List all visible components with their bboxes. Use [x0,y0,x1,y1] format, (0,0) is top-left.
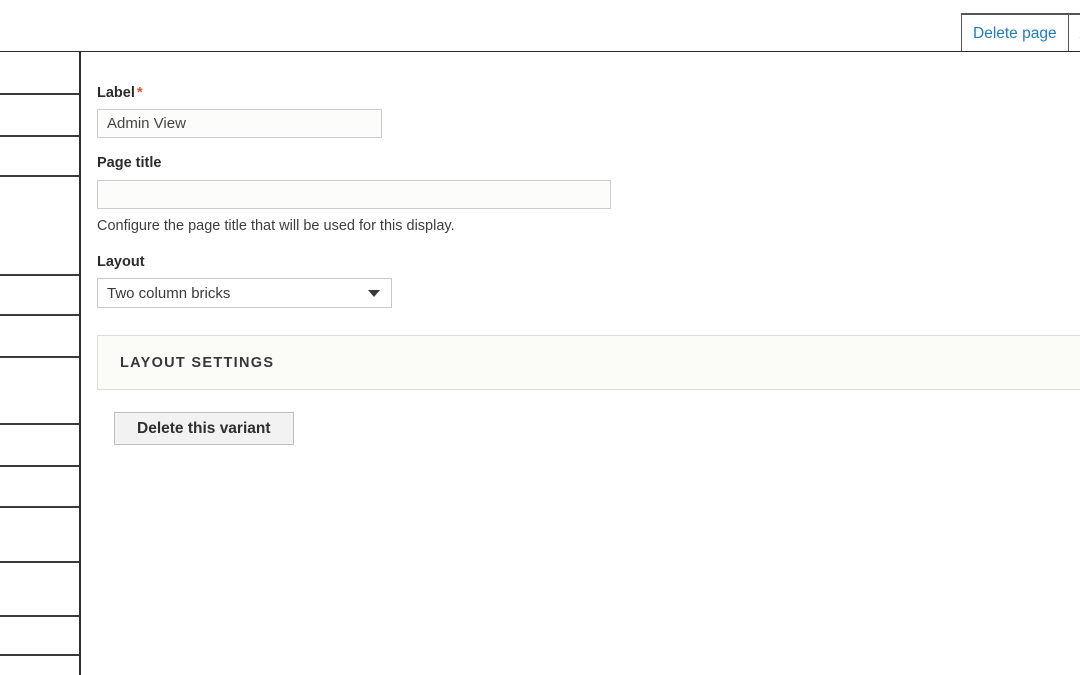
variant-settings-form: Label* Page title Configure the page tit… [81,52,1080,675]
tab-delete-page[interactable]: Delete page [961,13,1069,52]
layout-select-wrapper: Two column bricks [97,278,392,308]
page-root: Delete page A [0,0,1080,675]
sidebar-row[interactable] [0,276,81,316]
sidebar-row[interactable] [0,95,81,137]
delete-this-variant-button[interactable]: Delete this variant [114,412,294,445]
page-title-input[interactable] [97,180,611,209]
layout-field-group: Layout Two column bricks [97,254,1080,308]
layout-select-value: Two column bricks [107,285,230,302]
sidebar-row[interactable] [0,467,81,508]
label-input[interactable] [97,109,382,138]
sidebar-row[interactable] [0,316,81,358]
page-title-field-group: Page title Configure the page title that… [97,155,1080,235]
layout-select[interactable]: Two column bricks [97,278,392,308]
required-asterisk-icon: * [137,84,143,101]
top-action-bar: Delete page A [0,0,1080,53]
sidebar-row[interactable] [0,425,81,467]
sidebar-row[interactable] [0,508,81,563]
layout-settings-panel-title: LAYOUT SETTINGS [120,355,274,371]
label-field-label: Label* [97,84,1080,102]
sidebar-row[interactable] [0,177,81,276]
sidebar-row[interactable] [0,137,81,177]
layout-field-label: Layout [97,254,1080,271]
layout-settings-panel: LAYOUT SETTINGS [97,335,1080,390]
sidebar [0,52,81,675]
label-field-label-text: Label [97,85,135,101]
page-title-description: Configure the page title that will be us… [97,217,1080,236]
sidebar-row[interactable] [0,656,81,675]
tab-secondary-action[interactable]: A [1068,13,1080,52]
label-field-group: Label* [97,84,1080,138]
tab-delete-page-label: Delete page [973,26,1057,42]
sidebar-row[interactable] [0,617,81,656]
sidebar-row[interactable] [0,358,81,425]
action-tab-group: Delete page A [961,13,1080,52]
delete-this-variant-button-label: Delete this variant [137,420,271,438]
sidebar-row[interactable] [0,563,81,617]
page-title-field-label: Page title [97,155,1080,172]
sidebar-row[interactable] [0,52,81,95]
